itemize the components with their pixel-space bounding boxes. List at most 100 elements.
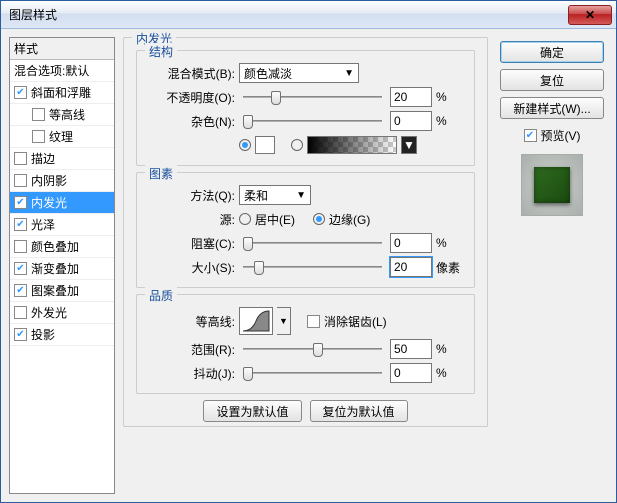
noise-input[interactable]: 0 (390, 111, 432, 131)
noise-unit: % (436, 114, 466, 128)
window-title: 图层样式 (9, 6, 57, 23)
style-label: 描边 (31, 150, 55, 167)
style-item-5[interactable]: 内发光 (10, 192, 114, 214)
choke-input[interactable]: 0 (390, 233, 432, 253)
choke-slider[interactable] (243, 234, 382, 252)
style-label: 纹理 (49, 128, 73, 145)
style-item-7[interactable]: 颜色叠加 (10, 236, 114, 258)
quality-group: 品质 等高线: ▼ 消除锯齿(L) 范围(R): 50 (136, 294, 475, 394)
size-label: 大小(S): (145, 259, 235, 276)
style-item-1[interactable]: 等高线 (10, 104, 114, 126)
set-default-button[interactable]: 设置为默认值 (203, 400, 301, 422)
color-radio[interactable] (239, 139, 251, 151)
style-checkbox[interactable] (14, 218, 27, 231)
opacity-unit: % (436, 90, 466, 104)
chevron-down-icon: ▼ (279, 316, 288, 326)
style-label: 投影 (31, 326, 55, 343)
structure-title: 结构 (145, 43, 177, 60)
style-item-2[interactable]: 纹理 (10, 126, 114, 148)
style-item-10[interactable]: 外发光 (10, 302, 114, 324)
source-center-radio[interactable] (239, 213, 251, 225)
style-checkbox[interactable] (14, 284, 27, 297)
style-label: 渐变叠加 (31, 260, 79, 277)
jitter-slider[interactable] (243, 364, 382, 382)
style-checkbox[interactable] (32, 130, 45, 143)
style-item-4[interactable]: 内阴影 (10, 170, 114, 192)
preview-checkbox[interactable] (524, 129, 537, 142)
client-area: 样式 混合选项:默认 斜面和浮雕等高线纹理描边内阴影内发光光泽颜色叠加渐变叠加图… (1, 29, 616, 502)
color-swatch[interactable] (255, 136, 275, 154)
technique-dropdown[interactable]: 柔和 ▼ (239, 185, 311, 205)
style-label: 图案叠加 (31, 282, 79, 299)
size-slider[interactable] (243, 258, 382, 276)
main-group: 内发光 结构 混合模式(B): 颜色减淡 ▼ 不透明度(O): 20 (123, 37, 488, 427)
right-panel: 确定 复位 新建样式(W)... 预览(V) (496, 37, 608, 494)
blend-mode-dropdown[interactable]: 颜色减淡 ▼ (239, 63, 359, 83)
technique-label: 方法(Q): (145, 187, 235, 204)
size-input[interactable]: 20 (390, 257, 432, 277)
structure-group: 结构 混合模式(B): 颜色减淡 ▼ 不透明度(O): 20 % (136, 50, 475, 166)
style-item-8[interactable]: 渐变叠加 (10, 258, 114, 280)
chevron-down-icon: ▼ (344, 68, 354, 79)
style-label: 斜面和浮雕 (31, 84, 91, 101)
style-label: 内发光 (31, 194, 67, 211)
styles-list: 样式 混合选项:默认 斜面和浮雕等高线纹理描边内阴影内发光光泽颜色叠加渐变叠加图… (9, 37, 115, 494)
style-checkbox[interactable] (14, 152, 27, 165)
style-item-6[interactable]: 光泽 (10, 214, 114, 236)
blend-mode-value: 颜色减淡 (244, 65, 292, 82)
range-input[interactable]: 50 (390, 339, 432, 359)
gradient-dropdown[interactable]: ▼ (401, 136, 417, 154)
range-unit: % (436, 342, 466, 356)
blending-options-label: 混合选项:默认 (14, 62, 89, 79)
style-checkbox[interactable] (14, 196, 27, 209)
jitter-unit: % (436, 366, 466, 380)
antialias-label: 消除锯齿(L) (324, 313, 387, 330)
preview-thumbnail (521, 154, 583, 216)
new-style-button[interactable]: 新建样式(W)... (500, 97, 604, 119)
blending-options-item[interactable]: 混合选项:默认 (10, 60, 114, 82)
style-label: 颜色叠加 (31, 238, 79, 255)
elements-group: 图素 方法(Q): 柔和 ▼ 源: 居中(E) 边缘 (136, 172, 475, 288)
style-checkbox[interactable] (32, 108, 45, 121)
range-label: 范围(R): (145, 341, 235, 358)
opacity-input[interactable]: 20 (390, 87, 432, 107)
style-item-3[interactable]: 描边 (10, 148, 114, 170)
style-label: 等高线 (49, 106, 85, 123)
antialias-checkbox[interactable] (307, 315, 320, 328)
opacity-label: 不透明度(O): (145, 89, 235, 106)
preview-sample-icon (534, 167, 570, 203)
titlebar: 图层样式 ✕ (1, 1, 616, 29)
opacity-slider[interactable] (243, 88, 382, 106)
chevron-down-icon: ▼ (403, 138, 415, 152)
style-checkbox[interactable] (14, 240, 27, 253)
contour-picker[interactable] (239, 307, 273, 335)
close-icon: ✕ (585, 8, 595, 22)
style-item-0[interactable]: 斜面和浮雕 (10, 82, 114, 104)
preview-label: 预览(V) (541, 127, 581, 144)
style-item-9[interactable]: 图案叠加 (10, 280, 114, 302)
style-item-11[interactable]: 投影 (10, 324, 114, 346)
dialog-window: 图层样式 ✕ 样式 混合选项:默认 斜面和浮雕等高线纹理描边内阴影内发光光泽颜色… (0, 0, 617, 503)
contour-dropdown[interactable]: ▼ (277, 307, 291, 335)
range-slider[interactable] (243, 340, 382, 358)
noise-slider[interactable] (243, 112, 382, 130)
jitter-input[interactable]: 0 (390, 363, 432, 383)
source-edge-radio[interactable] (313, 213, 325, 225)
gradient-radio[interactable] (291, 139, 303, 151)
technique-value: 柔和 (244, 187, 268, 204)
style-label: 外发光 (31, 304, 67, 321)
ok-button[interactable]: 确定 (500, 41, 604, 63)
style-checkbox[interactable] (14, 174, 27, 187)
style-checkbox[interactable] (14, 86, 27, 99)
quality-title: 品质 (145, 287, 177, 304)
elements-title: 图素 (145, 165, 177, 182)
styles-header: 样式 (10, 38, 114, 60)
gradient-preview[interactable] (307, 136, 397, 154)
choke-unit: % (436, 236, 466, 250)
cancel-button[interactable]: 复位 (500, 69, 604, 91)
style-checkbox[interactable] (14, 262, 27, 275)
close-button[interactable]: ✕ (568, 5, 612, 25)
style-checkbox[interactable] (14, 328, 27, 341)
reset-default-button[interactable]: 复位为默认值 (310, 400, 408, 422)
style-checkbox[interactable] (14, 306, 27, 319)
